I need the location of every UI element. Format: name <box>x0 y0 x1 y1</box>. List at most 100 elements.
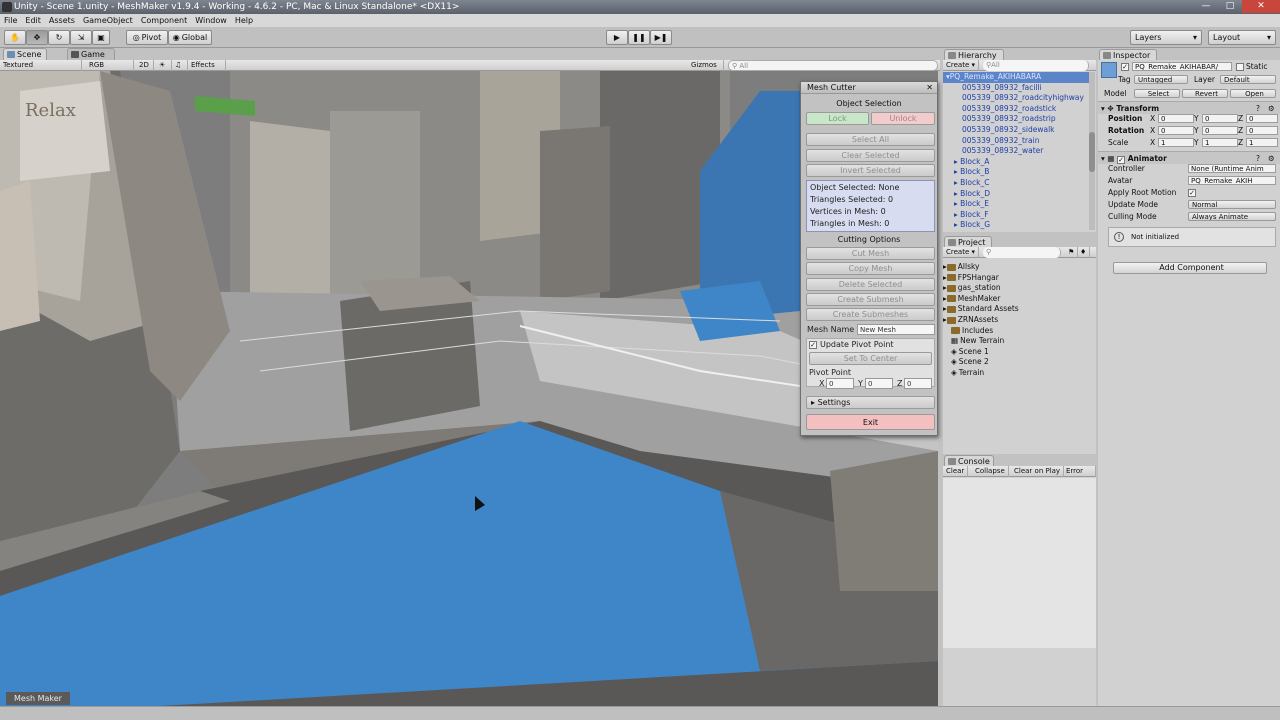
model-select-button[interactable]: Select <box>1134 89 1180 98</box>
tag-dropdown[interactable]: Untagged <box>1134 75 1188 84</box>
mesh-name-input[interactable]: New Mesh <box>857 324 935 335</box>
console-clear-on-play-button[interactable]: Clear on Play <box>1011 466 1065 477</box>
project-item[interactable]: ▸ FPSHangar <box>943 273 1096 284</box>
layers-dropdown[interactable]: Layers ▾ <box>1130 30 1202 45</box>
menu-help[interactable]: Help <box>231 16 257 25</box>
pivot-x-input[interactable]: 0 <box>826 378 854 389</box>
select-all-button[interactable]: Select All <box>806 133 935 146</box>
play-button[interactable]: ▶ <box>606 30 628 45</box>
controller-field[interactable]: None (Runtime Anim <box>1188 164 1276 173</box>
copy-mesh-button[interactable]: Copy Mesh <box>806 262 935 275</box>
gear-icon[interactable]: ⚙ <box>1268 103 1275 114</box>
audio-icon[interactable]: ♫ <box>172 60 188 71</box>
tab-scene[interactable]: Scene <box>3 48 47 60</box>
set-to-center-button[interactable]: Set To Center <box>809 352 932 365</box>
project-item[interactable]: ▸ gas_station <box>943 283 1096 294</box>
hierarchy-item[interactable]: ▸ Block_A <box>943 157 1089 168</box>
hierarchy-item[interactable]: 005339_08932_sidewalk <box>943 125 1089 136</box>
scale-tool-button[interactable]: ⇲ <box>70 30 92 45</box>
rotation-y-input[interactable]: 0 <box>1202 126 1238 135</box>
delete-selected-button[interactable]: Delete Selected <box>806 278 935 291</box>
maximize-button[interactable]: □ <box>1218 0 1242 13</box>
unlock-button[interactable]: Unlock <box>871 112 935 125</box>
update-mode-dropdown[interactable]: Normal <box>1188 200 1276 209</box>
clear-selected-button[interactable]: Clear Selected <box>806 149 935 162</box>
hand-tool-button[interactable]: ✋ <box>4 30 26 45</box>
rotate-tool-button[interactable]: ↻ <box>48 30 70 45</box>
project-item[interactable]: ▸ Allsky <box>943 262 1096 273</box>
rotation-z-input[interactable]: 0 <box>1246 126 1278 135</box>
scene-view[interactable]: Relax <box>0 71 938 706</box>
project-create-dropdown[interactable]: Create ▾ <box>943 247 980 258</box>
hierarchy-item[interactable]: 005339_08932_roadstick <box>943 104 1089 115</box>
hierarchy-item[interactable]: ▸ Block_G <box>943 220 1089 231</box>
position-y-input[interactable]: 0 <box>1202 114 1238 123</box>
render-mode-dropdown[interactable]: RGB <box>86 60 134 71</box>
gear-icon[interactable]: ⚙ <box>1268 153 1275 164</box>
create-submesh-button[interactable]: Create Submesh <box>806 293 935 306</box>
hierarchy-create-dropdown[interactable]: Create ▾ <box>943 60 980 71</box>
menu-assets[interactable]: Assets <box>45 16 79 25</box>
invert-selected-button[interactable]: Invert Selected <box>806 164 935 177</box>
scrollbar-thumb[interactable] <box>1089 132 1095 172</box>
step-button[interactable]: ▶❚ <box>650 30 672 45</box>
hierarchy-search-input[interactable]: ⚲All <box>983 60 1089 71</box>
project-item[interactable]: ▦ New Terrain <box>943 336 1096 347</box>
hierarchy-item[interactable]: ▸ Block_B <box>943 167 1089 178</box>
position-z-input[interactable]: 0 <box>1246 114 1278 123</box>
scale-y-input[interactable]: 1 <box>1202 138 1238 147</box>
pause-button[interactable]: ❚❚ <box>628 30 650 45</box>
hierarchy-item[interactable]: 005339_08932_facilli <box>943 83 1089 94</box>
pivot-toggle[interactable]: ◎ Pivot <box>126 30 168 45</box>
model-open-button[interactable]: Open <box>1230 89 1276 98</box>
tab-game[interactable]: Game <box>67 48 115 60</box>
scale-x-input[interactable]: 1 <box>1158 138 1194 147</box>
lock-button[interactable]: Lock <box>806 112 869 125</box>
project-search-input[interactable]: ⚲ <box>983 247 1061 258</box>
console-collapse-button[interactable]: Collapse <box>972 466 1009 477</box>
hierarchy-item[interactable]: ▾PQ_Remake_AKIHABARA <box>943 72 1089 83</box>
scale-z-input[interactable]: 1 <box>1246 138 1278 147</box>
hierarchy-scrollbar[interactable] <box>1089 72 1095 230</box>
update-pivot-checkbox[interactable]: ✓ <box>809 341 817 349</box>
help-icon[interactable]: ? <box>1256 153 1260 164</box>
global-toggle[interactable]: ◉ Global <box>168 30 212 45</box>
project-item[interactable]: ◈ Scene 2 <box>943 357 1096 368</box>
menu-component[interactable]: Component <box>137 16 191 25</box>
project-item[interactable]: Includes <box>943 326 1096 337</box>
menu-gameobject[interactable]: GameObject <box>79 16 137 25</box>
culling-mode-dropdown[interactable]: Always Animate <box>1188 212 1276 221</box>
add-component-button[interactable]: Add Component <box>1113 262 1267 274</box>
layer-dropdown[interactable]: Default <box>1220 75 1276 84</box>
rect-tool-button[interactable]: ▣ <box>92 30 110 45</box>
hierarchy-item[interactable]: ▸ Block_C <box>943 178 1089 189</box>
hierarchy-item[interactable]: ▸ Block_D <box>943 189 1089 200</box>
scene-search-input[interactable]: ⚲ All <box>728 60 938 71</box>
gizmos-dropdown[interactable]: Gizmos <box>688 60 724 71</box>
project-item[interactable]: ▸ ZRNAssets <box>943 315 1096 326</box>
hierarchy-item[interactable]: ▸ Block_E <box>943 199 1089 210</box>
avatar-field[interactable]: PQ_Remake_AKIH <box>1188 176 1276 185</box>
rotation-x-input[interactable]: 0 <box>1158 126 1194 135</box>
move-tool-button[interactable]: ✥ <box>26 30 48 45</box>
model-revert-button[interactable]: Revert <box>1182 89 1228 98</box>
label-icon[interactable]: ♦ <box>1077 247 1091 258</box>
console-log-area[interactable] <box>943 478 1096 648</box>
position-x-input[interactable]: 0 <box>1158 114 1194 123</box>
2d-toggle[interactable]: 2D <box>136 60 154 71</box>
menu-file[interactable]: File <box>0 16 21 25</box>
hierarchy-item[interactable]: 005339_08932_water <box>943 146 1089 157</box>
hierarchy-item[interactable]: 005339_08932_train <box>943 136 1089 147</box>
shading-mode-dropdown[interactable]: Textured <box>0 60 82 71</box>
project-item[interactable]: ▸ Standard Assets <box>943 304 1096 315</box>
console-error-pause-button[interactable]: Error Pau <box>1063 466 1096 486</box>
minimize-button[interactable]: — <box>1194 0 1218 13</box>
pivot-y-input[interactable]: 0 <box>865 378 893 389</box>
apply-root-motion-checkbox[interactable]: ✓ <box>1188 189 1196 197</box>
close-button[interactable]: ✕ <box>1242 0 1280 13</box>
create-submeshes-button[interactable]: Create Submeshes <box>806 308 935 321</box>
active-checkbox[interactable]: ✓ <box>1121 63 1129 71</box>
menu-window[interactable]: Window <box>191 16 231 25</box>
object-name-input[interactable]: PQ_Remake_AKIHABAR/ <box>1132 62 1232 71</box>
layout-dropdown[interactable]: Layout ▾ <box>1208 30 1276 45</box>
